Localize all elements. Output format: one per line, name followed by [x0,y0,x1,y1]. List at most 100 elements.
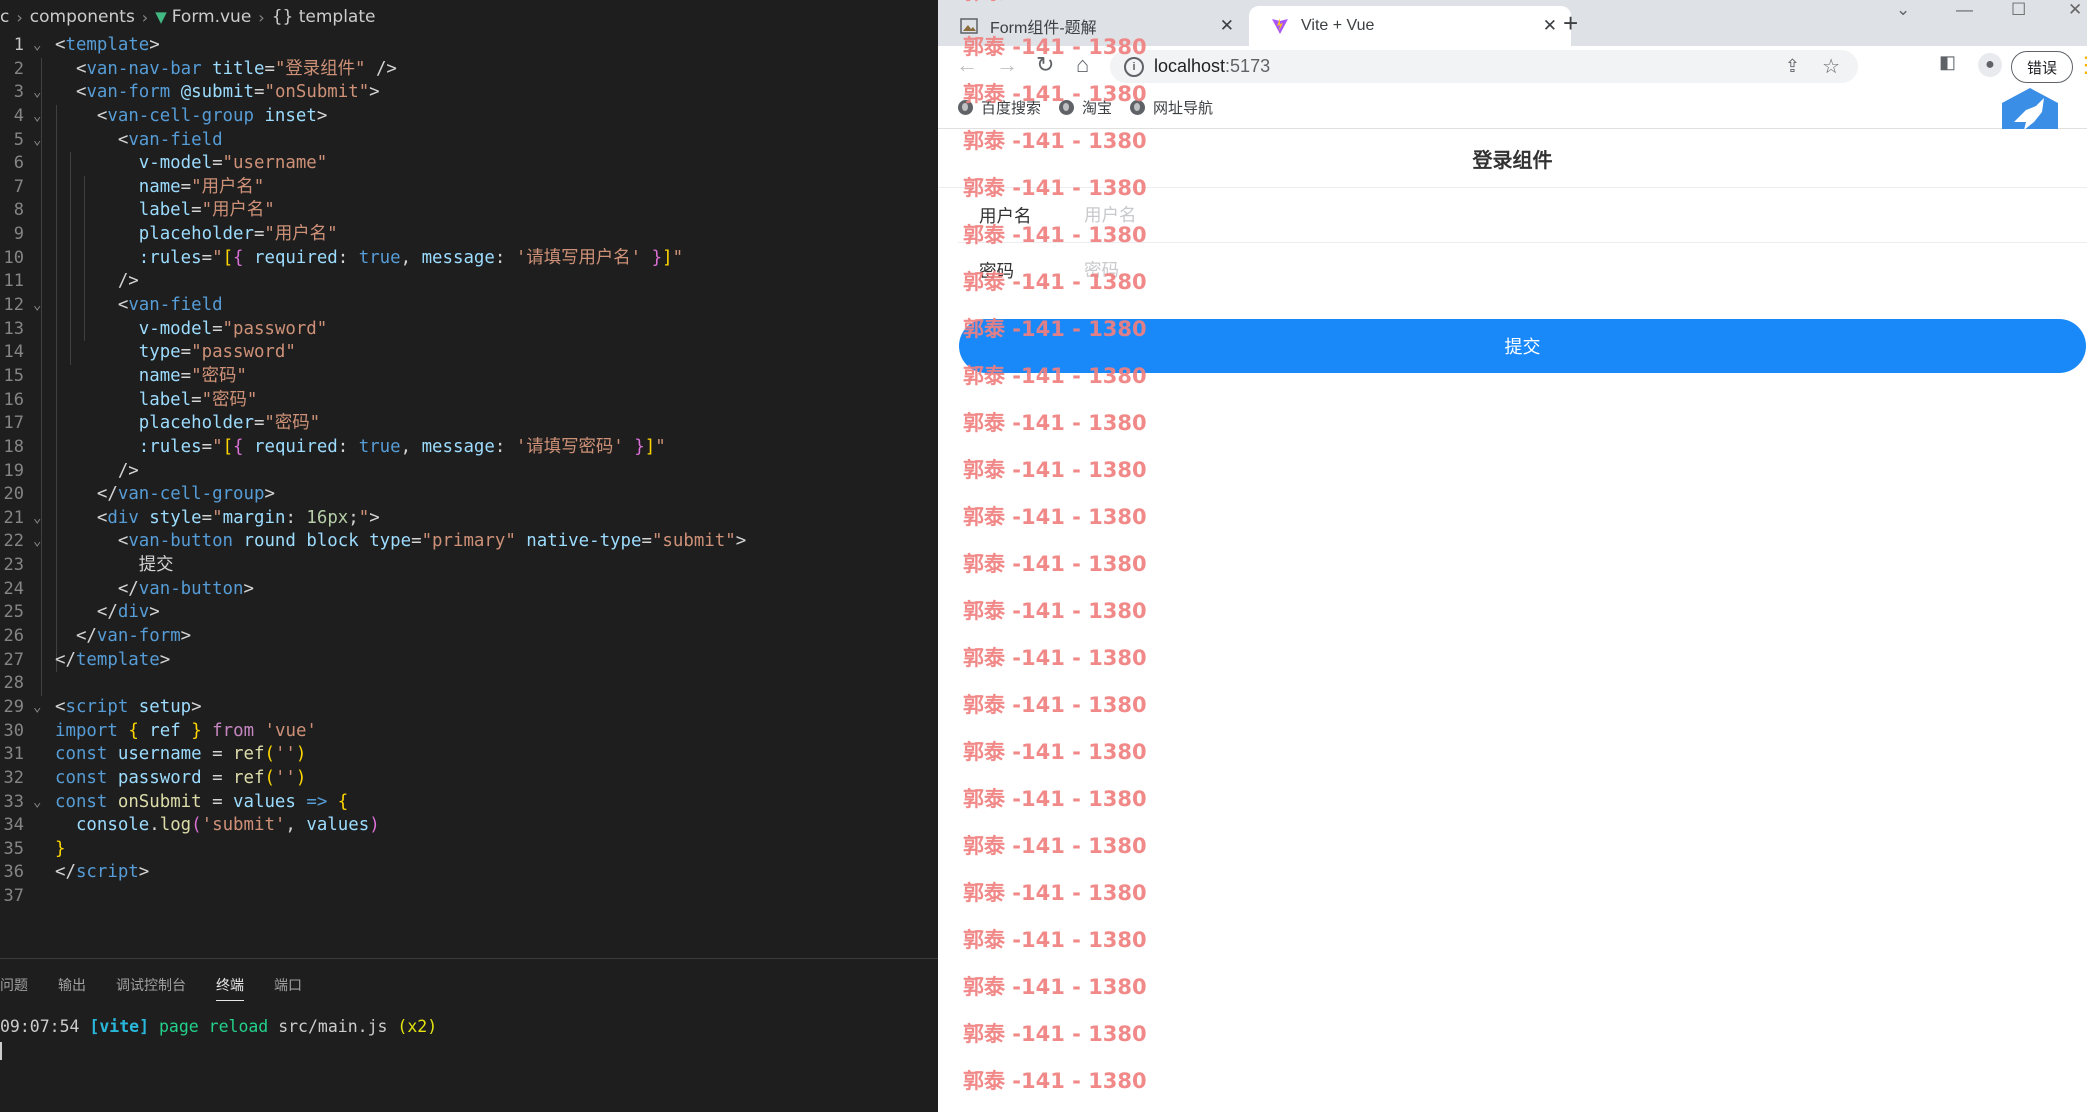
username-field[interactable]: 用户名 [958,188,2087,243]
browser-toolbar: ← → ↻ ⌂ i localhost:5173 ⇪ ☆ ◧ ● 错误 ⋮ [938,46,2087,86]
line-number: 22 [3,531,24,552]
line-number: 23 [3,555,24,576]
line-number: 10 [3,247,24,268]
code-line: 37 [0,885,938,909]
close-icon[interactable]: ✕ [1543,16,1557,36]
site-info-icon[interactable]: i [1124,56,1144,77]
code-text: <van-button round block type="primary" n… [117,531,747,552]
code-text: placeholder="用户名" [138,224,338,245]
tab-terminal[interactable]: 终端 [216,975,244,1001]
bookmark-item[interactable]: 百度搜索 [958,97,1041,118]
image-favicon-icon [960,18,978,34]
code-line: 2 <van-nav-bar title="登录组件" /> [0,58,938,82]
fold-icon: ⌄ [33,698,42,715]
home-icon[interactable]: ⌂ [1076,52,1089,78]
terminal-time: 09:07:54 [0,1017,80,1036]
code-text: /> [117,271,139,292]
more-menu-icon[interactable]: ⋮ [2075,52,2087,78]
code-text: name="密码" [138,365,247,386]
terminal-message: page reload [158,1017,269,1036]
tab-title: Vite + Vue [1301,17,1375,34]
code-line: 10 :rules="[{ required: true, message: '… [0,247,938,271]
maximize-icon[interactable]: ☐ [2011,0,2026,20]
code-editor[interactable]: c › components › ▼ Form.vue › {} template 1 ⌄… [0,0,938,1112]
line-number: 1 [13,35,24,55]
line-number: 16 [3,389,24,410]
code-line: 7 name="用户名" [0,176,938,200]
code-line: 8 label="用户名" [0,199,938,223]
line-number: 37 [3,886,24,907]
tab-search-chevron-icon[interactable]: ⌄ [1896,0,1910,20]
breadcrumb-item-src[interactable]: c [0,7,9,27]
tab-strip: Form组件-题解 ✕ Vite + Vue ✕ + ⌄ — ☐ ✕ [938,0,2087,46]
line-number: 25 [3,602,24,623]
password-field[interactable]: 密码 [958,243,2087,297]
code-line: 23 提交 [0,554,938,578]
error-button[interactable]: 错误 [2011,51,2073,83]
fold-icon: ⌄ [33,84,42,101]
submit-button[interactable]: 提交 [959,319,2086,373]
bookmark-item[interactable]: 网址导航 [1130,97,1213,118]
profile-icon[interactable]: ● [1978,53,2002,77]
reload-icon[interactable]: ↻ [1036,52,1054,78]
line-number: 32 [3,767,24,788]
code-line: 13 v-model="password" [0,318,938,342]
breadcrumb-item-symbol[interactable]: {} template [272,7,376,27]
line-number: 31 [3,744,24,765]
line-number: 28 [3,673,24,694]
line-number: 2 [13,58,24,79]
url-port: :5173 [1225,56,1271,76]
terminal-count: (x2) [397,1017,438,1036]
code-line: 21 ⌄ <div style="margin: 16px;"> [0,507,938,531]
code-text: /> [117,460,139,481]
tab-ports[interactable]: 端口 [274,975,302,1001]
tab-debug-console[interactable]: 调试控制台 [116,975,186,1001]
bookmark-item[interactable]: 淘宝 [1059,97,1112,118]
breadcrumb-item-file[interactable]: Form.vue [172,7,252,27]
password-input[interactable] [1082,258,1686,282]
line-number: 27 [3,649,24,670]
vite-logo-icon [1272,18,1288,34]
line-number: 15 [3,365,24,386]
username-input[interactable] [1082,203,1686,227]
code-text: :rules="[{ required: true, message: '请填写… [138,247,684,268]
code-text: :rules="[{ required: true, message: '请填写… [138,436,666,457]
code-line: 4 ⌄ <van-cell-group inset> [0,105,938,129]
new-tab-icon[interactable]: + [1563,8,1578,39]
chevron-right-icon: › [16,7,23,27]
side-panel-icon[interactable]: ◧ [1939,52,1956,73]
line-number: 26 [3,626,24,647]
fold-icon: ⌄ [33,509,42,526]
bookmark-label: 淘宝 [1082,99,1113,117]
line-number: 24 [3,578,24,599]
web-page: 登录组件 用户名 密码 提交 [938,129,2087,1112]
code-text: const username = ref('') [55,744,307,765]
breadcrumb: c › components › ▼ Form.vue › {} template [0,0,938,34]
vue-file-icon: ▼ [155,8,167,26]
window-close-icon[interactable]: ✕ [2068,0,2082,20]
tab-problems[interactable]: 问题 [0,975,28,1001]
close-icon[interactable]: ✕ [1220,16,1234,36]
address-bar[interactable]: i localhost:5173 ⇪ ☆ [1110,50,1858,83]
code-line: 34 console.log('submit', values) [0,814,938,838]
line-number: 9 [13,224,24,245]
minimize-icon[interactable]: — [1956,0,1973,20]
code-line: 9 placeholder="用户名" [0,223,938,247]
breadcrumb-item-components[interactable]: components [30,7,135,27]
forward-icon[interactable]: → [996,52,1018,78]
tab-output[interactable]: 输出 [58,975,86,1001]
bookmarks-bar: 百度搜索 淘宝 网址导航 [938,86,2087,129]
code-text: 提交 [138,555,174,576]
back-icon[interactable]: ← [956,52,978,78]
code-area[interactable]: 1 ⌄ <template> 2 <van-nav-bar title="登录组件"… [0,34,938,909]
code-line: 15 name="密码" [0,365,938,389]
code-line: 6 v-model="username" [0,152,938,176]
terminal-output[interactable]: 09:07:54 [vite] page reload src/main.js … [0,1017,437,1036]
browser-tab[interactable]: Form组件-题解 ✕ [938,6,1248,46]
code-text: const password = ref('') [55,767,307,788]
star-icon[interactable]: ☆ [1822,54,1840,79]
code-text: label="密码" [138,389,258,410]
browser-tab-active[interactable]: Vite + Vue ✕ [1249,6,1571,46]
share-icon[interactable]: ⇪ [1785,56,1800,77]
code-text: <script setup> [55,696,202,717]
